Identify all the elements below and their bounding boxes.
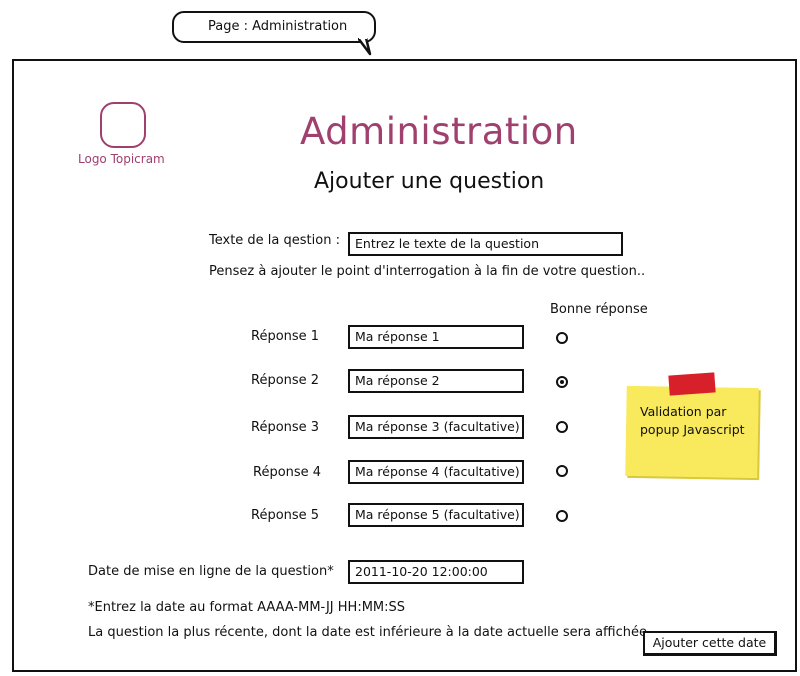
- date-label: Date de mise en ligne de la question*: [88, 564, 334, 579]
- answer-2-label: Réponse 2: [251, 373, 320, 388]
- logo-placeholder-icon: [100, 102, 146, 148]
- question-label: Texte de la qestion :: [209, 233, 340, 248]
- answer-3-input[interactable]: Ma réponse 3 (facultative): [348, 415, 524, 439]
- page-name-text: Page : Administration: [208, 19, 348, 34]
- answer-4-label: Réponse 4: [253, 465, 322, 480]
- answer-4-correct-radio[interactable]: [556, 465, 568, 477]
- question-hint: Pensez à ajouter le point d'interrogatio…: [209, 264, 646, 279]
- answer-1-label: Réponse 1: [251, 329, 320, 344]
- answer-3-correct-radio[interactable]: [556, 421, 568, 433]
- page-name-bubble: Page : Administration: [172, 11, 376, 43]
- page-title: Administration: [300, 110, 578, 153]
- answer-5-input[interactable]: Ma réponse 5 (facultative): [348, 503, 524, 527]
- add-date-button[interactable]: Ajouter cette date: [643, 631, 777, 656]
- correct-answer-header: Bonne réponse: [550, 302, 648, 317]
- answer-2-input[interactable]: Ma réponse 2: [348, 369, 524, 393]
- sticky-note-text: Validation par popup Javascript: [640, 403, 745, 439]
- logo-label: Logo Topicram: [78, 152, 165, 166]
- sticky-note-line-1: Validation par: [640, 404, 727, 419]
- answer-4-input[interactable]: Ma réponse 4 (facultative): [348, 460, 524, 484]
- date-info-text: La question la plus récente, dont la dat…: [88, 625, 652, 640]
- sticky-note-line-2: popup Javascript: [640, 422, 745, 437]
- date-input[interactable]: 2011-10-20 12:00:00: [348, 560, 524, 584]
- date-format-hint: *Entrez la date au format AAAA-MM-JJ HH:…: [88, 600, 406, 615]
- tape-icon: [668, 372, 716, 396]
- page-subtitle: Ajouter une question: [314, 169, 545, 194]
- bubble-tail-icon: [358, 38, 372, 56]
- answer-5-correct-radio[interactable]: [556, 510, 568, 522]
- answer-1-input[interactable]: Ma réponse 1: [348, 325, 524, 349]
- answer-5-label: Réponse 5: [251, 508, 320, 523]
- answer-3-label: Réponse 3: [251, 420, 320, 435]
- answer-2-correct-radio[interactable]: [556, 376, 568, 388]
- answer-1-correct-radio[interactable]: [556, 332, 568, 344]
- question-input[interactable]: Entrez le texte de la question: [348, 232, 623, 256]
